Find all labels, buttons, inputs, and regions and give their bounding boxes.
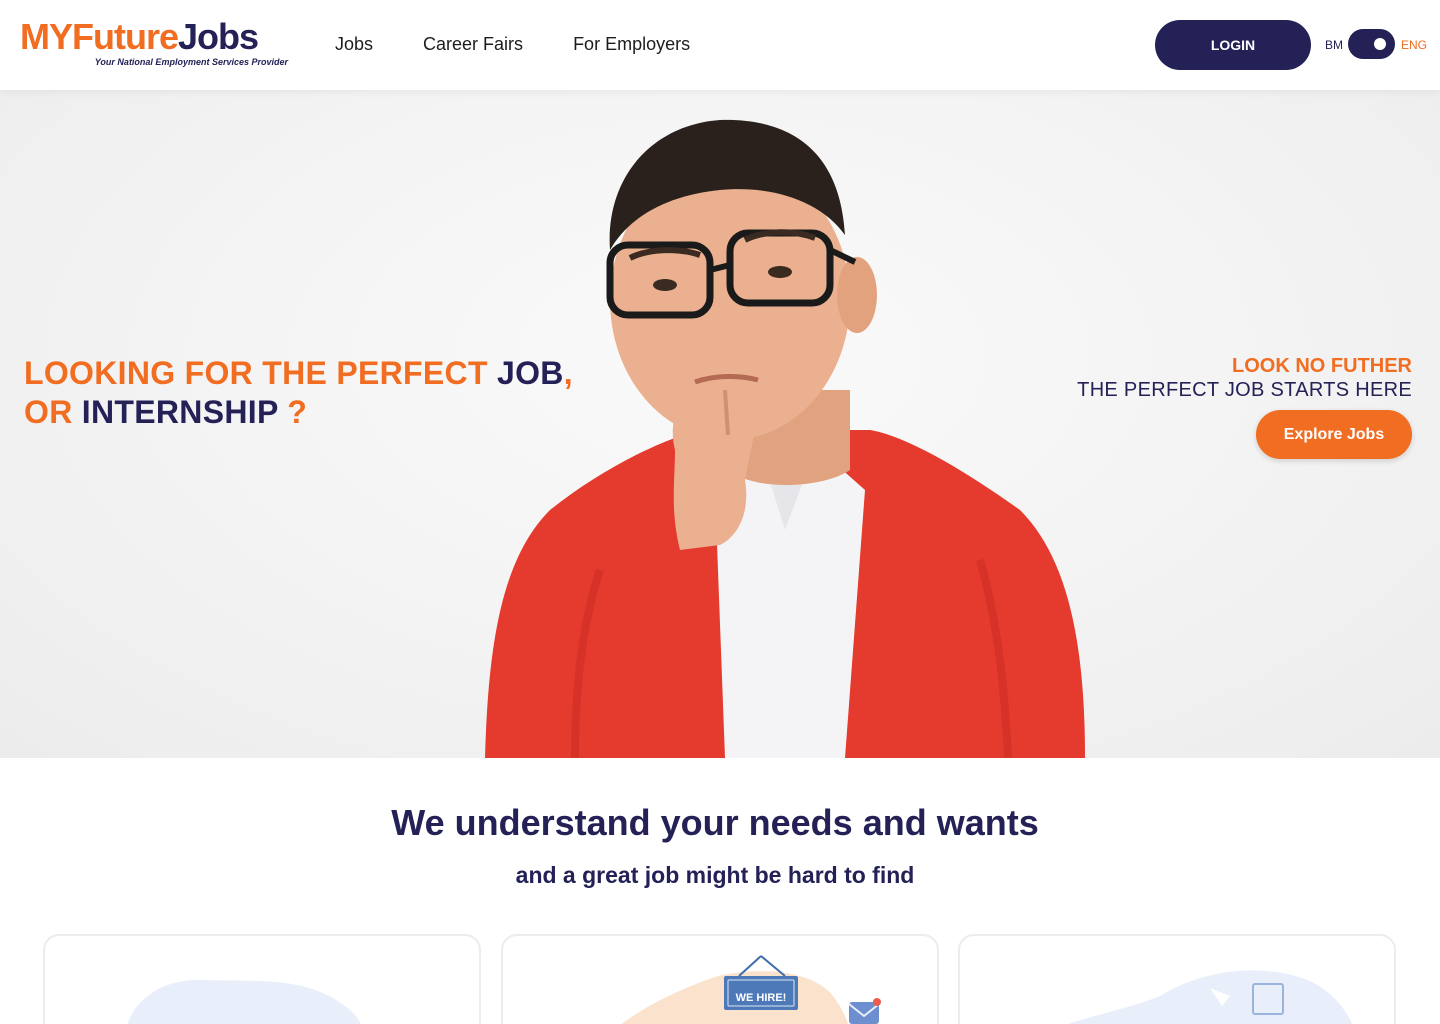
nav-jobs[interactable]: Jobs bbox=[335, 34, 373, 55]
logo-future: Future bbox=[72, 16, 179, 57]
feature-card-1[interactable] bbox=[43, 934, 481, 1024]
hero-heading-job: JOB bbox=[496, 355, 564, 391]
hero-tagline-line2: THE PERFECT JOB STARTS HERE bbox=[1077, 379, 1412, 401]
we-hire-sign: WE HIRE! bbox=[735, 992, 787, 1004]
hero-heading-internship: INTERNSHIP bbox=[81, 394, 279, 430]
card-illustration-1 bbox=[127, 979, 361, 1024]
logo-jobs: Jobs bbox=[178, 16, 259, 57]
site-header: MYFutureJobs Your National Employment Se… bbox=[0, 0, 1440, 90]
lang-bm-label[interactable]: BM bbox=[1325, 38, 1343, 52]
hero-heading-comma: , bbox=[563, 355, 573, 391]
section-title: We understand your needs and wants bbox=[391, 802, 1039, 843]
hero-tagline-line1: LOOK NO FUTHER bbox=[1232, 355, 1412, 377]
nav-for-employers[interactable]: For Employers bbox=[573, 34, 690, 55]
hero-heading-or: OR bbox=[24, 394, 82, 430]
hero-tagline: LOOK NO FUTHER THE PERFECT JOB STARTS HE… bbox=[1077, 354, 1412, 402]
logo-tagline: Your National Employment Services Provid… bbox=[94, 57, 288, 67]
card-illustration-3 bbox=[1068, 970, 1353, 1024]
feature-card-3[interactable] bbox=[958, 934, 1396, 1024]
card-illustration-2 bbox=[621, 955, 881, 1024]
language-toggle[interactable] bbox=[1348, 29, 1395, 59]
section-subtitle: and a great job might be hard to find bbox=[515, 862, 915, 888]
logo[interactable]: MYFutureJobs Your National Employment Se… bbox=[20, 18, 290, 70]
login-button[interactable]: LOGIN bbox=[1155, 20, 1311, 70]
hero-heading-question: ? bbox=[278, 394, 308, 430]
hero-heading-part1: LOOKING FOR THE PERFECT bbox=[24, 355, 497, 391]
nav-career-fairs[interactable]: Career Fairs bbox=[423, 34, 523, 55]
main-nav: Jobs Career Fairs For Employers bbox=[335, 34, 690, 55]
logo-wordmark: MYFutureJobs bbox=[20, 18, 290, 56]
lang-eng-label[interactable]: ENG bbox=[1401, 38, 1427, 52]
feature-card-2[interactable]: WE HIRE! bbox=[501, 934, 939, 1024]
hero-heading: LOOKING FOR THE PERFECT JOB, OR INTERNSH… bbox=[24, 354, 573, 432]
logo-my: MY bbox=[20, 16, 73, 57]
hero-banner: LOOKING FOR THE PERFECT JOB, OR INTERNSH… bbox=[0, 90, 1440, 758]
explore-jobs-button[interactable]: Explore Jobs bbox=[1256, 410, 1412, 459]
toggle-knob bbox=[1374, 38, 1386, 50]
